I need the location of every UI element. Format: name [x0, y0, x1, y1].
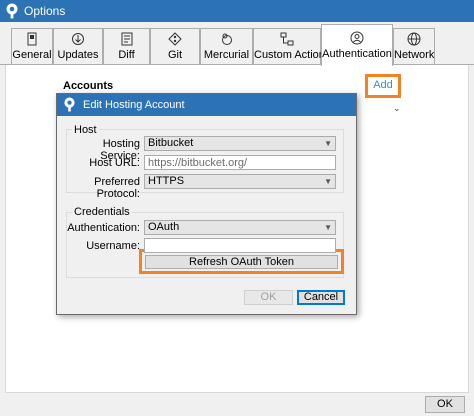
tab-label: Authentication — [322, 48, 392, 60]
host-url-input[interactable]: https://bitbucket.org/ — [144, 155, 336, 170]
username-input[interactable] — [144, 238, 336, 253]
chevron-down-icon[interactable]: ⌄ — [393, 103, 401, 114]
mercurial-icon — [221, 33, 232, 45]
tab-label: General — [12, 49, 52, 61]
preferred-protocol-value: HTTPS — [148, 175, 185, 187]
tab-label: Git — [167, 49, 183, 61]
update-icon — [72, 33, 84, 45]
tab-label: Mercurial — [203, 49, 250, 61]
tab-label: Custom Actions — [254, 49, 331, 61]
tab-mercurial[interactable]: Mercurial — [200, 28, 253, 65]
user-icon — [350, 31, 364, 45]
host-url-label: Host URL: — [89, 157, 140, 169]
chevron-down-icon: ▼ — [324, 177, 332, 186]
dialog-cancel-button[interactable]: Cancel — [297, 290, 345, 305]
diff-icon — [121, 32, 132, 46]
dialog-title: Edit Hosting Account — [83, 99, 185, 111]
tab-network[interactable]: Network — [393, 28, 435, 65]
authentication-label: Authentication: — [67, 222, 140, 234]
chevron-down-icon: ▼ — [324, 223, 332, 232]
refresh-oauth-token-button[interactable]: Refresh OAuth Token — [145, 255, 338, 269]
options-footer — [0, 394, 474, 416]
window-titlebar: Options — [0, 0, 474, 22]
sourcetree-logo-icon — [6, 3, 18, 19]
chevron-down-icon: ▼ — [324, 139, 332, 148]
preferred-protocol-select[interactable]: HTTPS ▼ — [144, 174, 336, 189]
username-label: Username: — [86, 240, 140, 252]
dialog-ok-button[interactable]: OK — [244, 290, 293, 305]
tab-authentication[interactable]: Authentication — [321, 24, 393, 66]
tab-label: Diff — [118, 49, 135, 61]
options-ok-button[interactable]: OK — [425, 396, 465, 413]
accounts-heading: Accounts — [63, 80, 114, 92]
window-title: Options — [24, 4, 66, 18]
tab-diff[interactable]: Diff — [103, 28, 150, 65]
tab-git[interactable]: Git — [150, 28, 200, 65]
tab-label: Updates — [57, 49, 99, 61]
tab-updates[interactable]: Updates — [53, 28, 103, 65]
git-icon — [168, 32, 182, 46]
dialog-titlebar: Edit Hosting Account — [57, 94, 356, 116]
switch-icon — [27, 32, 37, 46]
hosting-service-value: Bitbucket — [148, 137, 194, 149]
host-group-label: Host — [72, 124, 99, 136]
custom-actions-icon — [280, 32, 294, 46]
add-account-link[interactable]: Add — [365, 74, 401, 98]
edit-hosting-account-dialog: Edit Hosting Account — [56, 93, 357, 315]
credentials-group-label: Credentials — [72, 206, 132, 218]
globe-icon — [407, 32, 421, 46]
hosting-service-select[interactable]: Bitbucket ▼ — [144, 136, 336, 151]
tab-general[interactable]: General — [11, 28, 53, 65]
tab-label: Network — [394, 49, 435, 61]
preferred-protocol-label: Preferred Protocol: — [94, 176, 140, 200]
authentication-value: OAuth — [148, 221, 180, 233]
authentication-select[interactable]: OAuth ▼ — [144, 220, 336, 235]
tab-custom-actions[interactable]: Custom Actions — [253, 28, 331, 65]
sourcetree-logo-icon — [64, 97, 75, 112]
options-tabbar: General Updates Diff Git Mercurial Custo… — [0, 22, 474, 66]
